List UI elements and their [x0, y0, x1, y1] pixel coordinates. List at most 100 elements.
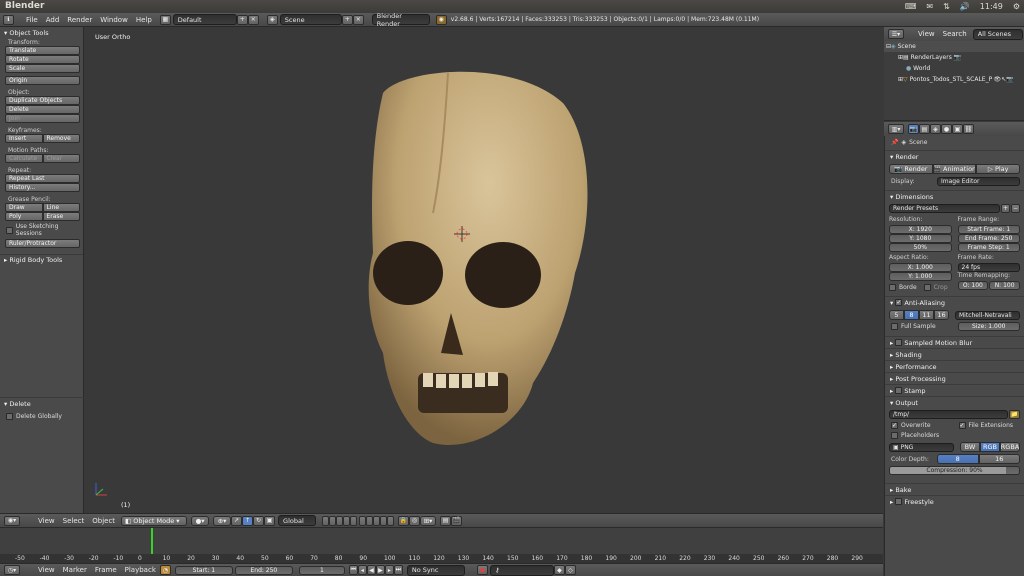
- end-frame-field[interactable]: End: 250: [234, 565, 293, 575]
- volume-icon[interactable]: 🔊: [960, 2, 970, 11]
- layer-icon[interactable]: [387, 515, 395, 526]
- compression-slider[interactable]: Compression: 90%: [889, 466, 1020, 475]
- render-preview-icon[interactable]: ▤: [440, 515, 452, 526]
- aa-sample-button[interactable]: 5: [889, 310, 904, 320]
- render-image-button[interactable]: 📷 Render: [889, 164, 933, 174]
- current-frame-field[interactable]: 1: [298, 565, 345, 575]
- timeline-area[interactable]: -50 -40 -30 -20 -10 0 10 20 30 40 50 60 70 80 90 100 110…: [0, 527, 883, 564]
- display-mode-select[interactable]: All Scenes: [972, 28, 1023, 40]
- join-button[interactable]: Join: [5, 114, 80, 123]
- outliner-search-menu[interactable]: Search: [939, 30, 971, 38]
- remove-scene-icon[interactable]: ×: [352, 14, 364, 25]
- manipulator-toggle-icon[interactable]: ↗: [231, 515, 243, 526]
- sync-mode-select[interactable]: No Sync: [406, 564, 465, 576]
- pivot-point-icon[interactable]: ⊕▾: [213, 515, 232, 526]
- aspect-x-field[interactable]: X: 1.000: [889, 263, 952, 272]
- poly-button[interactable]: Poly: [5, 212, 43, 221]
- translate-button[interactable]: Translate: [5, 46, 80, 55]
- menu-select[interactable]: Select: [59, 517, 89, 525]
- menu-window[interactable]: Window: [96, 16, 132, 24]
- menu-help[interactable]: Help: [132, 16, 156, 24]
- display-select[interactable]: Image Editor: [937, 177, 1020, 186]
- delete-keyframe-icon[interactable]: ◇: [564, 565, 576, 575]
- screen-layout-icon[interactable]: ▦: [159, 14, 171, 25]
- menu-object[interactable]: Object: [88, 517, 119, 525]
- lock-layers-icon[interactable]: 🔒: [398, 515, 410, 526]
- render-animation-button[interactable]: 🎬 Animation: [932, 164, 977, 174]
- outliner-item-mesh[interactable]: ⊞ ▽ Pontos_Todos_STL_SCALE_PC 👁 ↖ 📷: [884, 74, 1024, 85]
- proportional-edit-icon[interactable]: ◎: [409, 515, 421, 526]
- transform-orientation-select[interactable]: Global: [278, 515, 317, 526]
- shading-panel-header[interactable]: ▸ Shading: [885, 348, 1024, 360]
- history-button[interactable]: History...: [5, 183, 80, 192]
- layer-icon[interactable]: [336, 515, 344, 526]
- add-scene-icon[interactable]: +: [341, 14, 353, 25]
- network-icon[interactable]: ⇅: [943, 2, 950, 11]
- properties-editor-icon[interactable]: ▥▾: [888, 124, 904, 134]
- border-checkbox[interactable]: [889, 284, 896, 291]
- layer-icon[interactable]: [329, 515, 337, 526]
- remove-keyframe-button[interactable]: Remove: [42, 134, 80, 143]
- aspect-y-field[interactable]: Y: 1.000: [889, 272, 952, 281]
- 3d-cursor-icon[interactable]: [454, 226, 470, 242]
- erase-button[interactable]: Erase: [42, 212, 80, 221]
- filter-size-field[interactable]: Size: 1.000: [957, 322, 1020, 331]
- insert-keyframe-button[interactable]: Insert: [5, 134, 43, 143]
- menu-frame[interactable]: Frame: [91, 566, 121, 574]
- remap-old-field[interactable]: O: 100: [957, 281, 989, 290]
- rotate-button[interactable]: Rotate: [5, 55, 80, 64]
- depth-16-button[interactable]: 16: [978, 454, 1020, 464]
- opengl-render-icon[interactable]: 🎬: [451, 515, 463, 526]
- render-panel-header[interactable]: ▾ Render: [885, 150, 1024, 162]
- end-frame-field[interactable]: End Frame: 250: [957, 234, 1020, 243]
- render-camera-icon[interactable]: 📷: [1006, 76, 1013, 83]
- outliner-item-world[interactable]: ● World: [884, 63, 1024, 74]
- timeline-editor-icon[interactable]: ◷▾: [4, 565, 20, 575]
- render-tab-icon[interactable]: 📷: [908, 124, 919, 134]
- outliner-view-menu[interactable]: View: [914, 30, 939, 38]
- record-icon[interactable]: ●: [476, 565, 488, 575]
- resolution-y-field[interactable]: Y: 1080: [889, 234, 952, 243]
- resolution-x-field[interactable]: X: 1920: [889, 225, 952, 234]
- crop-checkbox[interactable]: [923, 284, 931, 291]
- rotate-manipulator-icon[interactable]: ↻: [253, 515, 265, 526]
- layer-icon[interactable]: [322, 515, 330, 526]
- repeat-last-button[interactable]: Repeat Last: [5, 174, 80, 183]
- resolution-percent-field[interactable]: 50%: [889, 243, 952, 252]
- ruler-protractor-button[interactable]: Ruler/Protractor: [5, 239, 80, 248]
- layer-icon[interactable]: [366, 515, 374, 526]
- file-extensions-checkbox[interactable]: ✓: [958, 422, 966, 429]
- 3d-viewport[interactable]: User Ortho (1): [85, 27, 883, 513]
- clock[interactable]: 11:49: [980, 2, 1003, 11]
- anti-aliasing-checkbox[interactable]: ✓: [895, 299, 903, 306]
- delete-globally-checkbox[interactable]: [6, 413, 13, 420]
- layer-icon[interactable]: [350, 515, 358, 526]
- menu-marker[interactable]: Marker: [59, 566, 91, 574]
- add-preset-icon[interactable]: +: [1001, 204, 1010, 213]
- clear-button[interactable]: Clear: [42, 154, 80, 163]
- layer-icon[interactable]: [373, 515, 381, 526]
- stamp-checkbox[interactable]: [895, 387, 903, 394]
- menu-add[interactable]: Add: [42, 16, 64, 24]
- interaction-mode-select[interactable]: ◧ Object Mode ▾: [121, 515, 188, 526]
- render-engine-select[interactable]: Blender Render: [371, 12, 430, 28]
- duplicate-objects-button[interactable]: Duplicate Objects: [5, 96, 80, 105]
- prev-keyframe-icon[interactable]: ◂: [357, 565, 367, 575]
- view3d-editor-icon[interactable]: ◉▾: [4, 515, 20, 526]
- screen-layout-field[interactable]: Default: [172, 14, 237, 25]
- file-format-select[interactable]: ▣ PNG: [889, 442, 954, 452]
- object-tab-icon[interactable]: ▣: [952, 124, 963, 134]
- visibility-eye-icon[interactable]: 👁: [994, 76, 1002, 83]
- freestyle-panel-header[interactable]: ▸ Freestyle: [885, 495, 1024, 507]
- scene-icon[interactable]: ◈: [266, 14, 278, 25]
- pin-icon[interactable]: 📌: [891, 139, 898, 146]
- freestyle-checkbox[interactable]: [895, 498, 903, 505]
- draw-button[interactable]: Draw: [5, 203, 43, 212]
- line-button[interactable]: Line: [42, 203, 80, 212]
- sketching-checkbox[interactable]: [6, 226, 13, 234]
- play-icon[interactable]: ▶: [375, 565, 385, 575]
- dimensions-panel-header[interactable]: ▾ Dimensions: [885, 190, 1024, 202]
- motion-blur-checkbox[interactable]: [895, 339, 903, 346]
- object-tools-header[interactable]: ▾ Object Tools: [0, 27, 83, 38]
- world-tab-icon[interactable]: ●: [941, 124, 952, 134]
